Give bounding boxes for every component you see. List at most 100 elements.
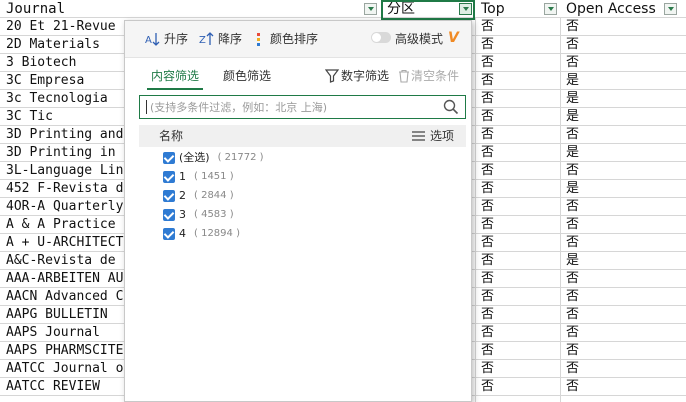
filter-item-count: ( 4583 ) bbox=[194, 209, 234, 220]
open-access-cell[interactable]: 否 bbox=[560, 270, 686, 288]
checkbox-checked-icon[interactable] bbox=[163, 228, 175, 240]
trash-icon bbox=[399, 69, 409, 83]
tab-content-filter[interactable]: 内容筛选 bbox=[151, 67, 199, 85]
options-label: 选项 bbox=[430, 129, 455, 143]
top-cell[interactable]: 否 bbox=[475, 18, 560, 36]
open-access-cell[interactable]: 是 bbox=[560, 108, 686, 126]
options-button[interactable]: 选项 bbox=[411, 127, 454, 145]
header-row: Journal 分区 Top Open Access bbox=[0, 0, 686, 18]
top-cell[interactable]: 否 bbox=[475, 342, 560, 360]
open-access-cell[interactable]: 否 bbox=[560, 36, 686, 54]
open-access-cell[interactable]: 否 bbox=[560, 198, 686, 216]
sort-ascending-button[interactable]: A 升序 bbox=[145, 30, 188, 48]
open-access-cell[interactable]: 是 bbox=[560, 90, 686, 108]
color-sort-label: 颜色排序 bbox=[270, 32, 319, 46]
filter-item-count: ( 21772 ) bbox=[217, 152, 264, 163]
color-sort-icon bbox=[257, 33, 260, 46]
number-filter-button[interactable]: 数字筛选 bbox=[325, 67, 389, 85]
clear-conditions-button[interactable]: 清空条件 bbox=[397, 67, 459, 85]
top-cell[interactable]: 否 bbox=[475, 216, 560, 234]
number-filter-label: 数字筛选 bbox=[341, 69, 390, 83]
filter-dropdown-icon[interactable] bbox=[544, 3, 557, 15]
checkbox-checked-icon[interactable] bbox=[163, 171, 175, 183]
open-access-cell[interactable]: 否 bbox=[560, 342, 686, 360]
sort-asc-label: 升序 bbox=[164, 32, 189, 46]
advanced-mode-toggle[interactable] bbox=[371, 32, 391, 43]
open-access-cell[interactable]: 否 bbox=[560, 288, 686, 306]
search-input[interactable] bbox=[150, 98, 430, 116]
top-cell[interactable]: 否 bbox=[475, 144, 560, 162]
top-cell[interactable]: 否 bbox=[475, 198, 560, 216]
advanced-mode-label: 高级模式 bbox=[395, 32, 444, 46]
checkbox-checked-icon[interactable] bbox=[163, 190, 175, 202]
active-tab-indicator bbox=[147, 88, 203, 90]
open-access-cell[interactable]: 否 bbox=[560, 360, 686, 378]
open-access-cell[interactable]: 否 bbox=[560, 54, 686, 72]
open-access-cell[interactable]: 否 bbox=[560, 306, 686, 324]
top-cell[interactable]: 否 bbox=[475, 288, 560, 306]
tab-color-filter[interactable]: 颜色筛选 bbox=[223, 67, 271, 85]
filter-list-item[interactable]: 1 ( 1451 ) bbox=[163, 168, 234, 186]
top-cell[interactable]: 否 bbox=[475, 180, 560, 198]
filter-list-item[interactable]: (全选) ( 21772 ) bbox=[163, 149, 264, 167]
top-cell[interactable]: 否 bbox=[475, 360, 560, 378]
top-cell[interactable]: 否 bbox=[475, 324, 560, 342]
top-cell[interactable]: 否 bbox=[475, 36, 560, 54]
top-cell[interactable]: 否 bbox=[475, 108, 560, 126]
list-header: 名称 选项 bbox=[139, 125, 466, 147]
filter-item-label: 4 bbox=[179, 227, 186, 240]
filter-item-label: 3 bbox=[179, 208, 186, 221]
header-journal[interactable]: Journal bbox=[0, 0, 381, 18]
top-cell[interactable]: 否 bbox=[475, 126, 560, 144]
sort-desc-label: 降序 bbox=[218, 32, 243, 46]
open-access-cell[interactable]: 否 bbox=[560, 162, 686, 180]
search-icon[interactable] bbox=[443, 99, 459, 115]
checkbox-checked-icon[interactable] bbox=[163, 209, 175, 221]
filter-item-count: ( 12894 ) bbox=[194, 228, 240, 239]
filter-item-count: ( 1451 ) bbox=[194, 171, 234, 182]
top-cell[interactable]: 否 bbox=[475, 306, 560, 324]
search-box bbox=[139, 95, 466, 119]
top-cell[interactable]: 否 bbox=[475, 72, 560, 90]
text-caret bbox=[146, 100, 147, 114]
open-access-cell[interactable]: 否 bbox=[560, 324, 686, 342]
top-cell[interactable]: 否 bbox=[475, 270, 560, 288]
top-cell[interactable]: 否 bbox=[475, 234, 560, 252]
top-cell[interactable]: 否 bbox=[475, 54, 560, 72]
funnel-icon bbox=[325, 69, 340, 83]
sort-descending-button[interactable]: Z 降序 bbox=[199, 30, 242, 48]
menu-lines-icon bbox=[412, 131, 425, 141]
open-access-cell[interactable]: 是 bbox=[560, 72, 686, 90]
filter-list-item[interactable]: 2 ( 2844 ) bbox=[163, 187, 234, 205]
top-cell[interactable]: 否 bbox=[475, 252, 560, 270]
selected-cell bbox=[381, 0, 475, 20]
open-access-cell[interactable]: 是 bbox=[560, 252, 686, 270]
open-access-cell[interactable]: 否 bbox=[560, 234, 686, 252]
filter-panel: A 升序 Z 降序 颜色排序 高级模式 V 内容筛选 颜色筛选 数字筛选 清空条… bbox=[124, 20, 472, 402]
filter-item-label: (全选) bbox=[179, 151, 210, 164]
svg-text:Z: Z bbox=[199, 35, 206, 46]
checkbox-checked-icon[interactable] bbox=[163, 152, 175, 164]
vip-icon: V bbox=[448, 30, 459, 46]
top-cell[interactable]: 否 bbox=[475, 90, 560, 108]
open-access-cell[interactable]: 否 bbox=[560, 126, 686, 144]
open-access-cell[interactable]: 否 bbox=[560, 216, 686, 234]
open-access-cell[interactable]: 否 bbox=[560, 378, 686, 396]
sort-toolbar: A 升序 Z 降序 颜色排序 高级模式 V bbox=[125, 21, 471, 58]
sort-descending-icon: Z bbox=[199, 32, 214, 46]
top-cell[interactable]: 否 bbox=[475, 162, 560, 180]
svg-text:A: A bbox=[145, 35, 152, 46]
filter-dropdown-icon[interactable] bbox=[664, 3, 677, 15]
color-sort-button[interactable]: 颜色排序 bbox=[255, 30, 318, 48]
top-cell[interactable]: 否 bbox=[475, 378, 560, 396]
filter-item-count: ( 2844 ) bbox=[194, 190, 234, 201]
filter-list-item[interactable]: 3 ( 4583 ) bbox=[163, 206, 234, 224]
open-access-cell[interactable]: 是 bbox=[560, 144, 686, 162]
filter-dropdown-icon[interactable] bbox=[364, 3, 377, 15]
filter-list-item[interactable]: 4 ( 12894 ) bbox=[163, 225, 240, 243]
sort-ascending-icon: A bbox=[145, 33, 160, 46]
open-access-cell[interactable]: 是 bbox=[560, 180, 686, 198]
clear-conditions-label: 清空条件 bbox=[411, 69, 460, 83]
open-access-cell[interactable]: 否 bbox=[560, 18, 686, 36]
filter-item-label: 1 bbox=[179, 170, 186, 183]
